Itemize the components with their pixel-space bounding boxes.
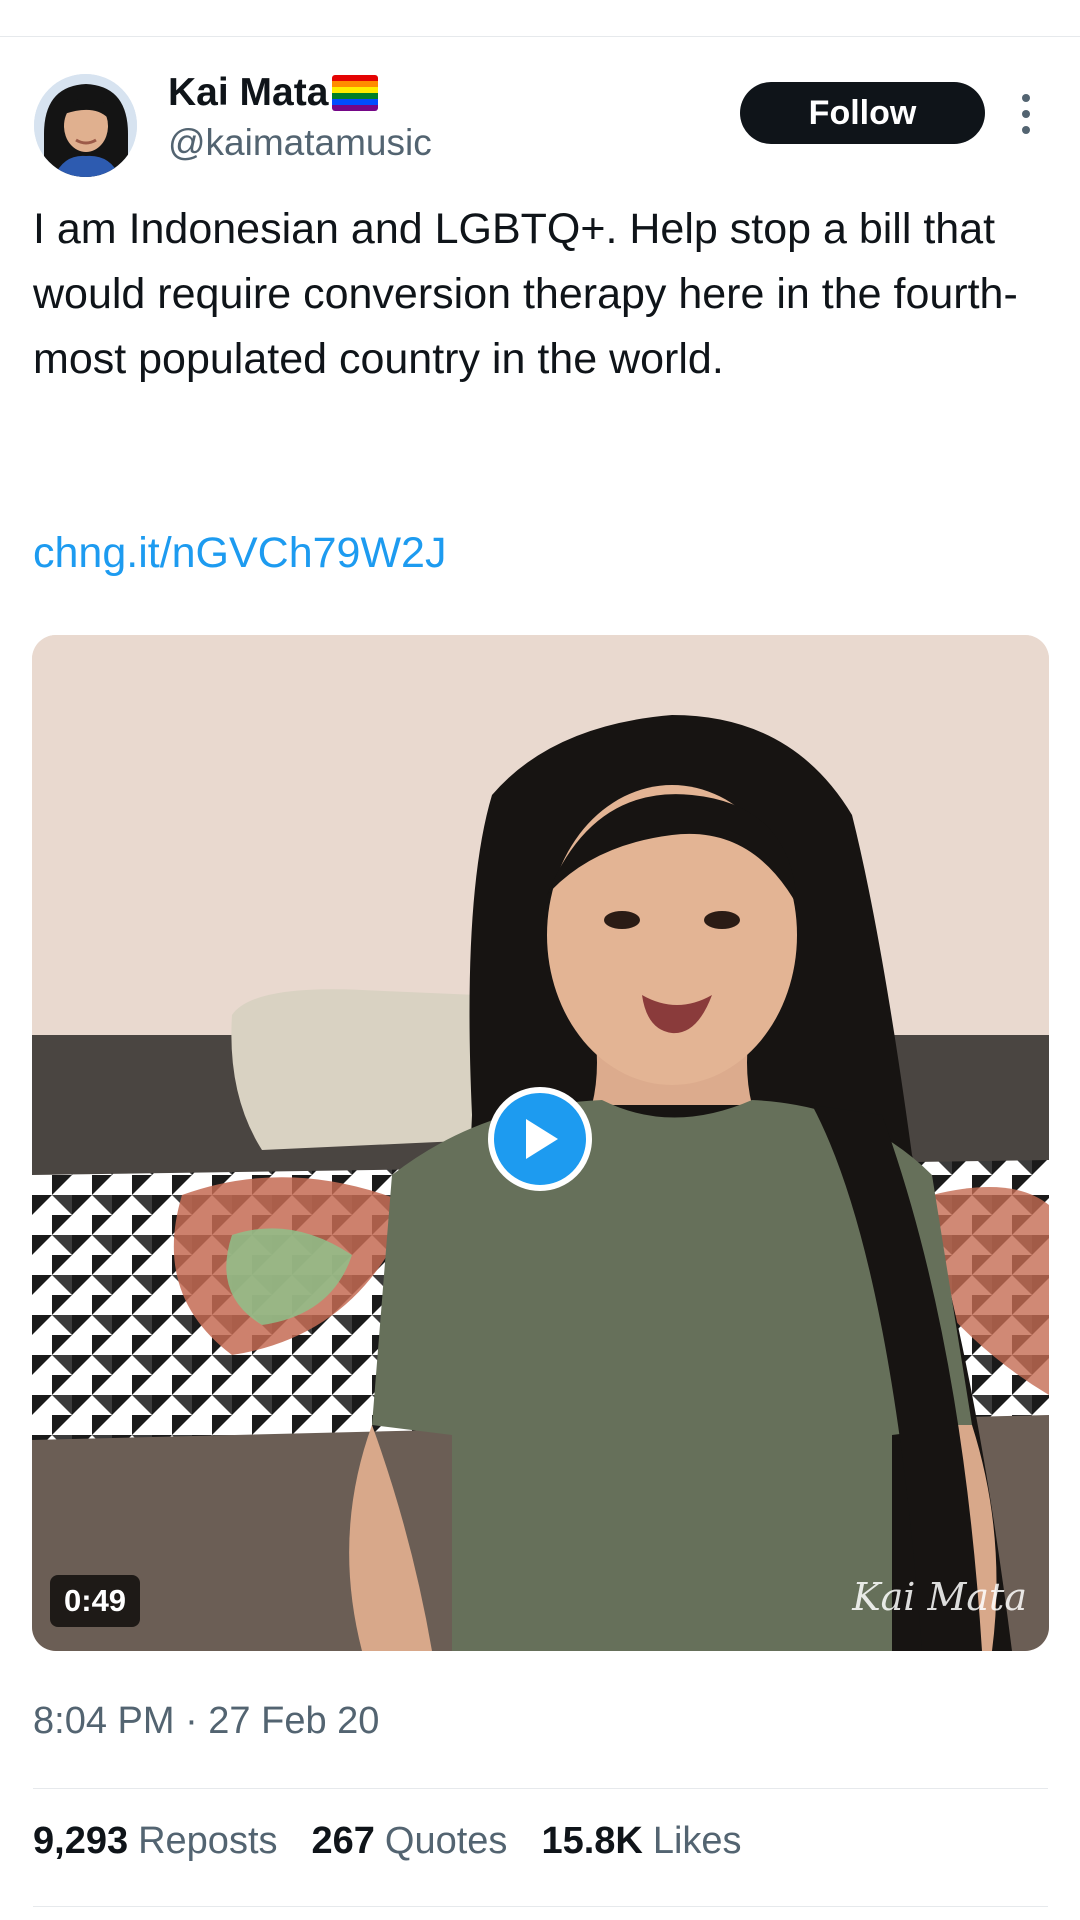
display-name[interactable]: Kai Mata [168, 70, 328, 116]
tweet-text: I am Indonesian and LGBTQ+. Help stop a … [33, 205, 1018, 383]
avatar[interactable] [34, 74, 137, 177]
video-duration: 0:49 [50, 1575, 141, 1627]
likes-label: Likes [652, 1820, 742, 1862]
top-divider [0, 36, 1080, 37]
follow-button[interactable]: Follow [740, 82, 985, 144]
tweet-timestamp[interactable]: 8:04 PM · 27 Feb 20 [33, 1700, 379, 1743]
likes-count: 15.8K [541, 1820, 643, 1862]
video-watermark: Kai Mata [852, 1575, 1027, 1619]
reposts-count: 9,293 [33, 1820, 129, 1862]
tweet-link[interactable]: chng.it/nGVCh79W2J [33, 521, 446, 586]
author-block: Kai Mata @kaimatamusic [168, 70, 432, 168]
author-name[interactable]: Kai Mata [168, 70, 432, 116]
author-handle[interactable]: @kaimatamusic [168, 118, 432, 168]
play-button[interactable] [488, 1087, 592, 1191]
quotes-count: 267 [311, 1820, 375, 1862]
likes-stat[interactable]: 15.8K Likes [541, 1820, 741, 1863]
quotes-stat[interactable]: 267 Quotes [312, 1820, 508, 1863]
stats-divider-bottom [33, 1906, 1048, 1907]
video-player[interactable]: 0:49 Kai Mata [32, 635, 1049, 1651]
stats-divider-top [33, 1788, 1048, 1789]
quotes-label: Quotes [384, 1820, 508, 1862]
engagement-stats: 9,293 Reposts 267 Quotes 15.8K Likes [33, 1820, 742, 1863]
rainbow-flag-icon [332, 75, 379, 111]
play-icon [526, 1119, 558, 1159]
reposts-label: Reposts [138, 1820, 278, 1862]
reposts-stat[interactable]: 9,293 Reposts [33, 1820, 278, 1863]
more-vertical-icon[interactable] [1016, 92, 1036, 136]
